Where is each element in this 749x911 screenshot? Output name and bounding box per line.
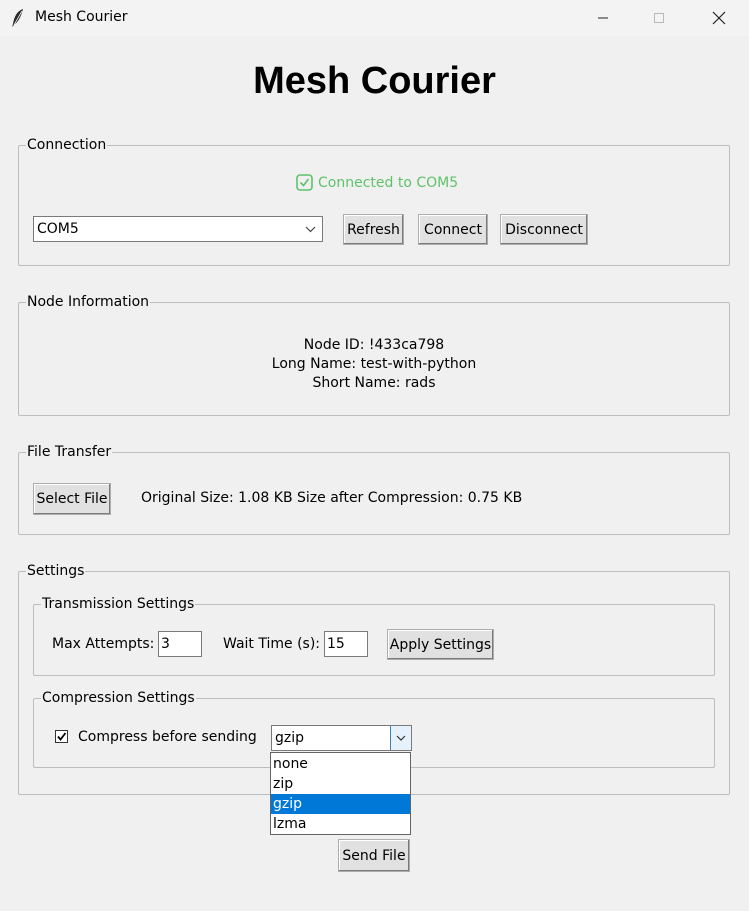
- dropdown-option[interactable]: none: [271, 754, 410, 774]
- app-heading: Mesh Courier: [253, 60, 496, 102]
- file-transfer-legend: File Transfer: [26, 443, 113, 461]
- node-long-name: Long Name: test-with-python: [271, 356, 477, 372]
- compressed-size: Size after Compression: 0.75 KB: [297, 490, 523, 506]
- maximize-icon: [654, 13, 664, 23]
- refresh-button[interactable]: Refresh: [343, 214, 404, 245]
- chevron-down-icon: [396, 735, 406, 741]
- node-info-legend: Node Information: [26, 293, 151, 311]
- connection-group: Connection Connected to COM5 COM5 Refres…: [18, 136, 730, 266]
- minimize-button[interactable]: [580, 0, 626, 36]
- max-attempts-label: Max Attempts:: [52, 636, 155, 652]
- compression-dropdown-list: none zip gzip lzma: [270, 752, 411, 835]
- port-select[interactable]: COM5: [33, 216, 323, 242]
- connect-button[interactable]: Connect: [418, 214, 488, 245]
- file-transfer-group: File Transfer Select File Original Size:…: [18, 443, 730, 535]
- connection-status: Connected to COM5: [296, 174, 458, 191]
- compression-method-value: gzip: [275, 730, 305, 746]
- chevron-down-icon: [305, 226, 316, 233]
- compress-checkbox[interactable]: [55, 730, 68, 743]
- compression-legend: Compression Settings: [41, 689, 196, 707]
- minimize-icon: [598, 17, 608, 19]
- node-short-name: Short Name: rads: [312, 375, 436, 391]
- dropdown-option[interactable]: zip: [271, 774, 410, 794]
- compress-checkbox-label: Compress before sending: [78, 729, 257, 745]
- maximize-button[interactable]: [636, 0, 682, 36]
- title-bar: Mesh Courier: [0, 0, 749, 36]
- wait-time-input[interactable]: 15: [324, 631, 368, 657]
- settings-legend: Settings: [26, 562, 86, 580]
- connection-status-text: Connected to COM5: [318, 174, 459, 191]
- window-title: Mesh Courier: [35, 9, 128, 25]
- dropdown-option-selected[interactable]: gzip: [271, 794, 410, 814]
- node-id: Node ID: !433ca798: [303, 337, 445, 353]
- send-file-button[interactable]: Send File: [338, 839, 410, 872]
- dropdown-arrow-button[interactable]: [390, 726, 411, 750]
- max-attempts-input[interactable]: 3: [158, 631, 202, 657]
- close-button[interactable]: [696, 0, 742, 36]
- check-square-icon: [296, 174, 313, 191]
- port-select-value: COM5: [37, 221, 79, 237]
- feather-icon: [12, 9, 23, 27]
- dropdown-option[interactable]: lzma: [271, 814, 410, 834]
- select-file-button[interactable]: Select File: [33, 483, 111, 515]
- close-icon: [712, 11, 726, 25]
- transmission-settings-group: Transmission Settings Max Attempts: 3 Wa…: [33, 595, 715, 676]
- compression-method-select[interactable]: gzip: [271, 725, 412, 751]
- disconnect-button[interactable]: Disconnect: [500, 214, 588, 245]
- original-size: Original Size: 1.08 KB: [141, 490, 293, 506]
- transmission-legend: Transmission Settings: [41, 595, 196, 613]
- node-info-group: Node Information Node ID: !433ca798 Long…: [18, 293, 730, 416]
- connection-legend: Connection: [26, 136, 108, 154]
- apply-settings-button[interactable]: Apply Settings: [387, 629, 494, 660]
- wait-time-label: Wait Time (s):: [223, 636, 321, 652]
- checkmark-icon: [57, 732, 67, 741]
